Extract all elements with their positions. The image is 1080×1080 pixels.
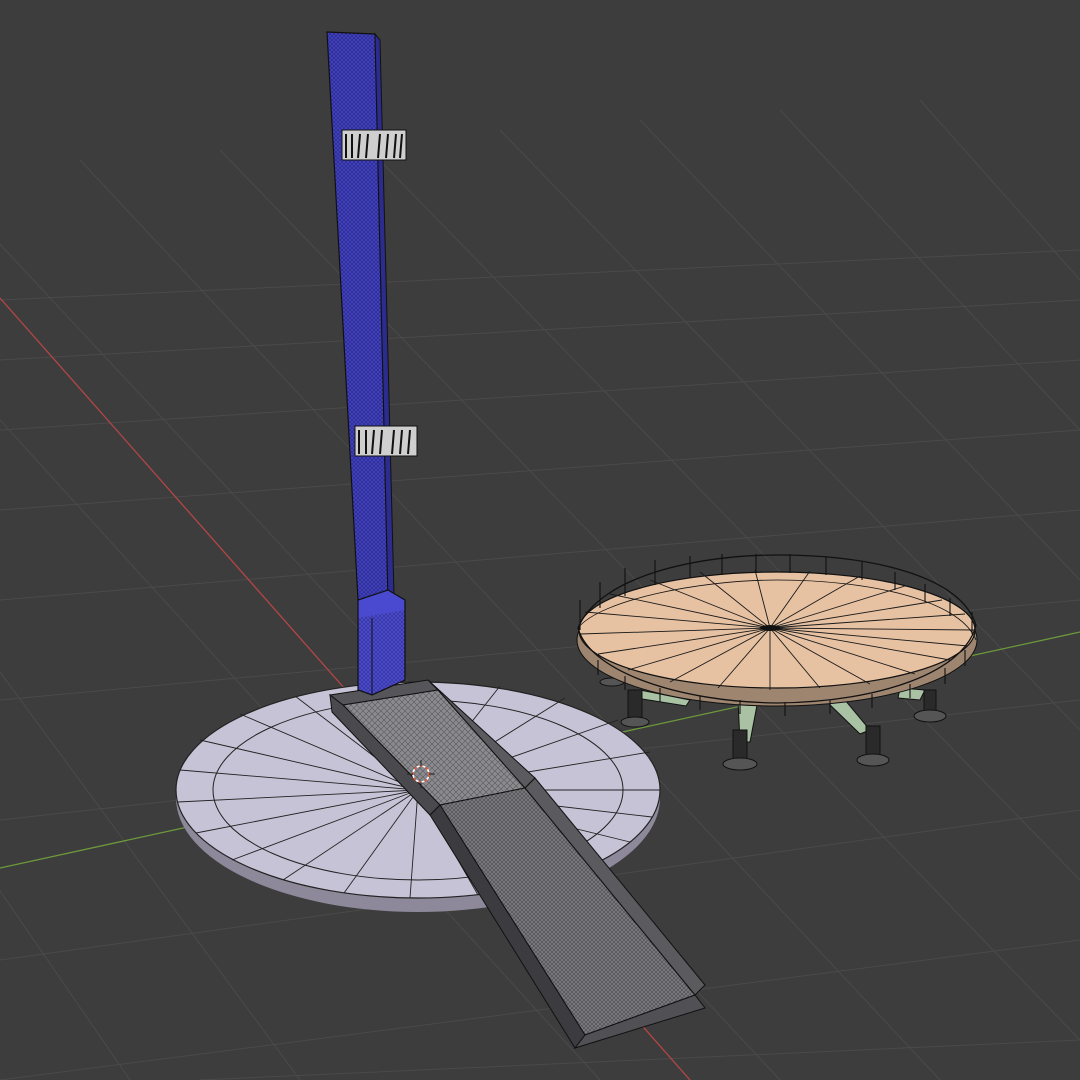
tower-bracket-lower (354, 425, 418, 457)
rotating-platform[interactable] (576, 554, 978, 771)
3d-viewport[interactable] (0, 0, 1080, 1080)
tower-bracket-upper (341, 129, 407, 161)
viewport-canvas[interactable] (0, 0, 1080, 1080)
